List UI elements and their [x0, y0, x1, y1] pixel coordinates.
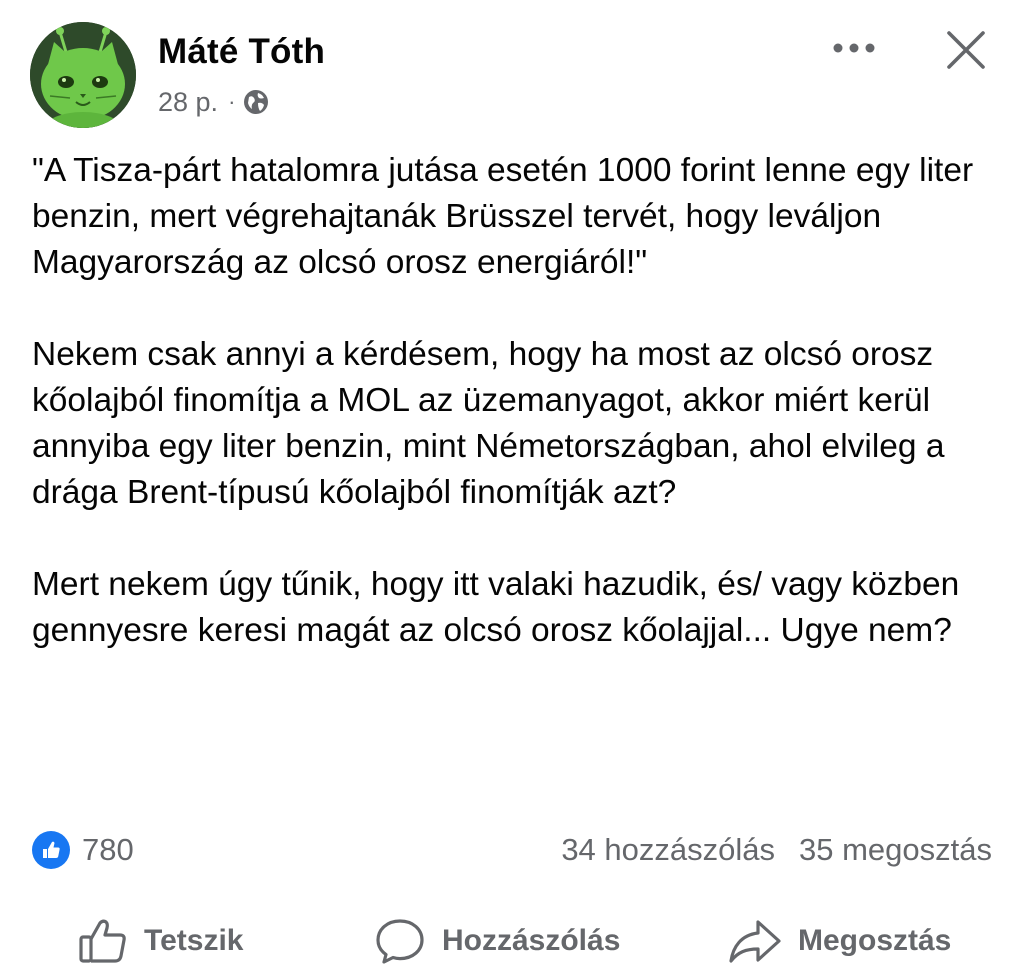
- close-icon: [947, 31, 985, 69]
- globe-icon: [243, 89, 269, 115]
- share-count[interactable]: 35 megosztás: [799, 832, 992, 868]
- share-arrow-icon: [729, 920, 781, 963]
- post-actions: Tetszik Hozzászólás Megosztás: [0, 908, 1024, 974]
- more-options-button[interactable]: [826, 28, 882, 68]
- post-text: "A Tisza-párt hatalomra jutása esetén 10…: [32, 148, 1002, 700]
- close-button[interactable]: [940, 24, 992, 76]
- author-name[interactable]: Máté Tóth: [158, 32, 325, 72]
- alien-cat-icon: [30, 22, 136, 128]
- like-count: 780: [82, 832, 134, 867]
- avatar[interactable]: [30, 22, 136, 128]
- post-meta: 28 p. ·: [158, 84, 269, 120]
- more-horizontal-icon: [833, 43, 875, 53]
- like-button-label: Tetszik: [144, 924, 244, 957]
- post-paragraph: Nekem csak annyi a kérdésem, hogy ha mos…: [32, 336, 945, 511]
- comment-button-label: Hozzászólás: [442, 924, 621, 957]
- like-reaction-icon: [32, 831, 70, 869]
- thumbs-up-icon: [79, 919, 126, 963]
- comment-count[interactable]: 34 hozzászólás: [561, 832, 775, 868]
- comment-button[interactable]: Hozzászólás: [374, 916, 620, 966]
- post-paragraph: Mert nekem úgy tűnik, hogy itt valaki ha…: [32, 566, 960, 649]
- share-button-label: Megosztás: [798, 924, 952, 957]
- post-stats: 780 34 hozzászólás 35 megosztás: [32, 826, 992, 874]
- like-button[interactable]: Tetszik: [78, 916, 243, 966]
- post-paragraph: "A Tisza-párt hatalomra jutása esetén 10…: [32, 152, 974, 281]
- facebook-post: Máté Tóth 28 p. · "A Tisza-párt hatalomr…: [0, 0, 1024, 974]
- share-button[interactable]: Megosztás: [728, 916, 951, 966]
- meta-separator: ·: [228, 89, 236, 114]
- reactions-summary[interactable]: 780: [32, 826, 134, 874]
- comment-bubble-icon: [376, 919, 424, 964]
- engagement-counts: 34 hozzászólás 35 megosztás: [561, 826, 992, 874]
- post-timestamp[interactable]: 28 p.: [158, 87, 218, 118]
